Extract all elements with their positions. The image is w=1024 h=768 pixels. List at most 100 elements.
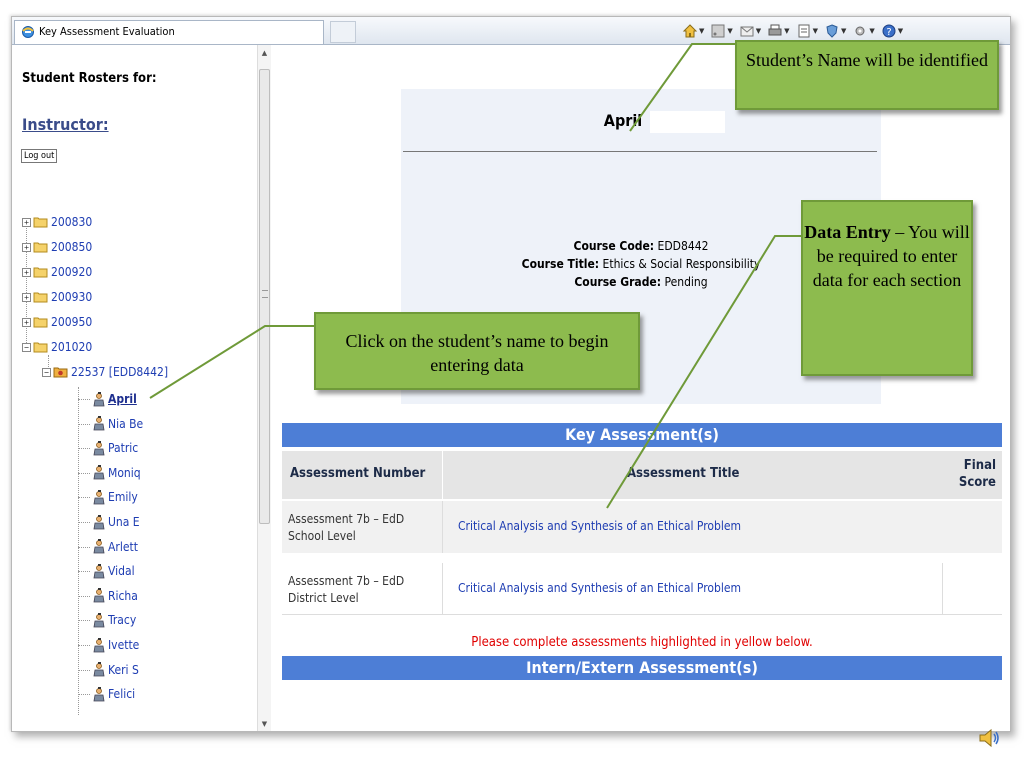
folder-icon: [33, 342, 48, 353]
student-name-link[interactable]: Keri S: [108, 663, 139, 677]
divider: [403, 151, 877, 152]
tree-item-term[interactable]: +200950: [22, 313, 92, 331]
scroll-thumb[interactable]: [259, 69, 270, 524]
assessment-title-link[interactable]: Critical Analysis and Synthesis of an Et…: [458, 581, 741, 595]
student-name-link[interactable]: Emily: [108, 490, 138, 504]
student-icon: [93, 514, 105, 529]
home-icon: [682, 24, 698, 38]
student-name-link[interactable]: Nia Be: [108, 417, 143, 431]
student-name-link[interactable]: Patric: [108, 441, 138, 455]
tree-item-term[interactable]: − 201020: [22, 338, 92, 356]
table-row: Assessment 7b – EdD District Level Criti…: [282, 563, 1002, 615]
ie-page-icon: [22, 26, 34, 38]
tree-item-student[interactable]: April: [92, 390, 264, 408]
assessment-title-link[interactable]: Critical Analysis and Synthesis of an Et…: [458, 519, 741, 533]
student-name-link[interactable]: Richa: [108, 589, 138, 603]
print-icon: [768, 24, 782, 36]
expand-icon[interactable]: +: [22, 267, 31, 277]
tree-item-student[interactable]: Arlett: [92, 538, 264, 556]
student-icon: [93, 391, 105, 406]
tree-item-term[interactable]: +200930: [22, 288, 92, 306]
student-icon: [93, 637, 105, 652]
instructor-link[interactable]: Instructor:: [22, 115, 109, 134]
tree-item-student[interactable]: Felici: [92, 685, 264, 703]
student-name-link[interactable]: April: [108, 392, 137, 406]
expand-icon[interactable]: +: [22, 292, 31, 302]
student-icon: [93, 662, 105, 677]
tree-item-student[interactable]: Patric: [92, 439, 264, 457]
tree-item-student[interactable]: Ivette: [92, 636, 264, 654]
new-tab-button[interactable]: [330, 21, 356, 43]
page-button[interactable]: ▼: [796, 23, 818, 39]
course-grade-value: Pending: [664, 275, 708, 289]
tree-item-student[interactable]: Tracy: [92, 611, 264, 629]
tools-icon: [855, 26, 865, 36]
collapse-icon[interactable]: −: [22, 342, 31, 352]
print-button[interactable]: ▼: [767, 23, 790, 39]
student-name-link[interactable]: Arlett: [108, 540, 138, 554]
speaker-icon[interactable]: [978, 727, 1002, 749]
assessment-number: Assessment 7b – EdD District Level: [288, 574, 405, 605]
assessment-number: Assessment 7b – EdD School Level: [288, 512, 405, 543]
completion-notice: Please complete assessments highlighted …: [471, 635, 813, 650]
student-icon: [93, 539, 105, 554]
browser-toolbar: ▼ ▼ ▼ ▼ ▼ ▼ ▼ ? ▼: [682, 22, 903, 40]
student-icon: [93, 465, 105, 480]
tree-item-label: 200930: [51, 290, 93, 304]
tree-item-term[interactable]: +200830: [22, 213, 92, 231]
tree-item-label: 22537 [EDD8442]: [71, 365, 169, 379]
home-button[interactable]: ▼: [682, 23, 704, 39]
folder-icon: [33, 242, 48, 253]
data-entry-callout: Data Entry – You will be required to ent…: [801, 200, 973, 376]
expand-icon[interactable]: +: [22, 242, 31, 252]
tree-item-term[interactable]: +200850: [22, 238, 92, 256]
feeds-button[interactable]: ▼: [710, 23, 733, 39]
course-grade-label: Course Grade:: [574, 275, 662, 289]
logout-button[interactable]: Log out: [21, 149, 58, 163]
mail-icon: [740, 26, 754, 37]
student-icon: [93, 686, 105, 702]
browser-tab[interactable]: Key Assessment Evaluation: [14, 20, 324, 44]
tree-item-student[interactable]: Emily: [92, 488, 264, 506]
folder-icon: [33, 267, 48, 278]
intern-assessments-header: Intern/Extern Assessment(s): [282, 656, 1002, 680]
scroll-up-arrow-icon[interactable]: ▲: [258, 47, 271, 60]
student-name-link[interactable]: Tracy: [108, 613, 136, 627]
data-entry-callout-title: Data Entry: [804, 222, 891, 242]
tree-item-student[interactable]: Keri S: [92, 661, 264, 679]
student-name-link[interactable]: Felici: [108, 687, 135, 701]
roster-scrollbar[interactable]: ▲ ▼: [257, 45, 271, 731]
feeds-icon: [711, 24, 725, 38]
folder-icon: [33, 292, 48, 303]
expand-icon[interactable]: +: [22, 217, 31, 227]
tree-item-student[interactable]: Richa: [92, 587, 264, 605]
tree-item-student[interactable]: Nia Be: [92, 415, 264, 433]
svg-text:?: ?: [886, 27, 891, 38]
student-name-link[interactable]: Moniq: [108, 466, 141, 480]
slide: Key Assessment Evaluation ▼ ▼ ▼ ▼ ▼ ▼ ▼ …: [0, 0, 1024, 768]
collapse-icon[interactable]: −: [42, 367, 51, 377]
tree-item-label: 200850: [51, 240, 93, 254]
help-button[interactable]: ? ▼: [881, 23, 903, 39]
tree-item-student[interactable]: Vidal: [92, 562, 264, 580]
tree-item-label: 201020: [51, 340, 93, 354]
tools-button[interactable]: ▼: [852, 23, 875, 39]
scroll-down-arrow-icon[interactable]: ▼: [258, 718, 271, 731]
tree-item-term[interactable]: +200920: [22, 263, 92, 281]
safety-button[interactable]: ▼: [824, 23, 846, 39]
tree-item-course[interactable]: − 22537 [EDD8442]: [42, 363, 168, 381]
roster-panel: Student Rosters for: Instructor: Log out…: [12, 45, 271, 731]
roster-title: Student Rosters for:: [22, 71, 157, 86]
mail-button[interactable]: ▼: [739, 23, 761, 39]
course-title-value: Ethics & Social Responsibility: [602, 257, 761, 271]
key-assessments-header: Key Assessment(s): [282, 423, 1002, 447]
tree-item-student[interactable]: Moniq: [92, 464, 264, 482]
student-name-link[interactable]: Ivette: [108, 638, 139, 652]
table-row: Assessment 7b – EdD School Level Critica…: [282, 501, 1002, 553]
student-name-link[interactable]: Vidal: [108, 564, 135, 578]
student-icon: [93, 440, 105, 456]
student-name-link[interactable]: Una E: [108, 515, 140, 529]
tree-item-student[interactable]: Una E: [92, 513, 264, 531]
tree-item-label: 200920: [51, 265, 93, 279]
expand-icon[interactable]: +: [22, 317, 31, 327]
